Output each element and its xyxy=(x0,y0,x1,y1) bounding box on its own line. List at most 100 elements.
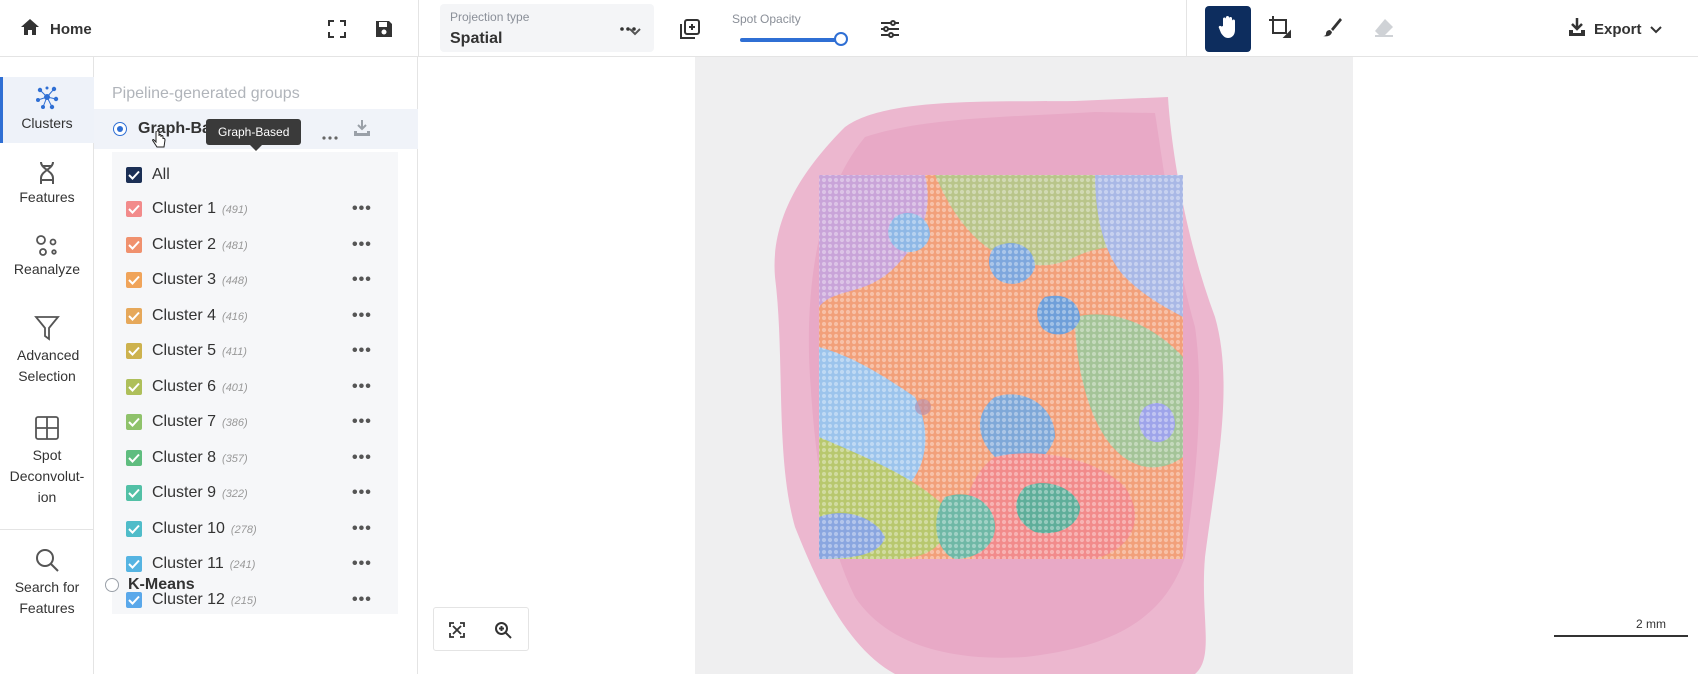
cluster-checkbox[interactable] xyxy=(126,343,142,359)
cluster-checkbox[interactable] xyxy=(126,201,142,217)
cluster-row[interactable]: Cluster 7 (386) ••• xyxy=(112,405,398,439)
scale-bar-label: 2 mm xyxy=(1636,617,1666,631)
more-options-icon[interactable]: ••• xyxy=(352,307,372,325)
cluster-row[interactable]: Cluster 6 (401) ••• xyxy=(112,370,398,404)
more-options-icon[interactable]: ••• xyxy=(352,378,372,396)
radio-k-means[interactable] xyxy=(105,578,119,592)
cluster-checkbox[interactable] xyxy=(126,449,142,466)
fullscreen-icon[interactable] xyxy=(325,17,349,41)
reanalyze-icon xyxy=(0,233,94,257)
cluster-row[interactable]: Cluster 2 (481) ••• xyxy=(112,228,398,262)
settings-sliders-icon[interactable] xyxy=(878,17,902,41)
cluster-checkbox[interactable] xyxy=(126,556,142,572)
cluster-name: Cluster 2 (481) xyxy=(152,236,248,254)
cluster-name: Cluster 3 (448) xyxy=(152,271,248,289)
cluster-row[interactable]: Cluster 9 (322) ••• xyxy=(112,476,398,510)
brush-tool-button[interactable] xyxy=(1309,6,1355,52)
cluster-checkbox[interactable] xyxy=(126,236,142,253)
layers-add-icon[interactable] xyxy=(678,17,702,41)
cluster-name: Cluster 11 (241) xyxy=(152,555,255,573)
cluster-row[interactable]: Cluster 4 (416) ••• xyxy=(112,299,398,333)
export-label: Export xyxy=(1594,21,1642,38)
cluster-checkbox[interactable] xyxy=(126,378,142,395)
cluster-row[interactable]: Cluster 3 (448) ••• xyxy=(112,263,398,297)
cluster-name: Cluster 7 (386) xyxy=(152,413,248,431)
more-options-icon[interactable]: ••• xyxy=(352,271,372,289)
cluster-checkbox[interactable] xyxy=(126,307,142,324)
home-label: Home xyxy=(50,21,92,38)
save-icon[interactable] xyxy=(372,17,396,41)
cluster-count: (448) xyxy=(222,275,248,287)
more-options-icon[interactable] xyxy=(322,127,338,145)
projection-value: Spatial xyxy=(450,30,503,47)
more-options-icon[interactable]: ••• xyxy=(352,591,372,609)
cluster-label: Cluster 10 xyxy=(152,519,225,537)
nav-label: Spot Deconvolut-ion xyxy=(9,447,85,505)
all-label: All xyxy=(152,166,170,183)
hand-icon xyxy=(1217,15,1239,44)
home-button[interactable]: Home xyxy=(20,18,92,41)
grid-icon xyxy=(0,415,94,441)
radio-graph-based[interactable] xyxy=(113,122,127,136)
cluster-checkbox[interactable] xyxy=(126,520,142,537)
download-icon[interactable] xyxy=(353,119,371,142)
lasso-select-tool-button[interactable] xyxy=(1257,6,1303,52)
more-options-icon[interactable]: ••• xyxy=(352,413,372,431)
more-options-icon[interactable] xyxy=(616,17,640,41)
export-button[interactable]: Export xyxy=(1568,17,1662,42)
filter-icon xyxy=(0,315,94,341)
cluster-label: Cluster 11 xyxy=(152,555,224,572)
cluster-label: Cluster 8 xyxy=(152,448,217,466)
cluster-count: (215) xyxy=(230,594,257,607)
cluster-count: (386) xyxy=(222,417,248,429)
cluster-count: (411) xyxy=(222,346,247,358)
cluster-row[interactable]: Cluster 5 (411) ••• xyxy=(112,334,398,368)
spatial-viewer[interactable]: 2 mm xyxy=(419,57,1698,674)
cluster-count: (416) xyxy=(222,310,248,323)
cluster-name: Cluster 1 (491) xyxy=(152,200,248,218)
clusters-panel: Pipeline-generated groups Graph-Based Gr… xyxy=(94,57,418,674)
more-options-icon[interactable]: ••• xyxy=(352,236,372,254)
more-options-icon[interactable]: ••• xyxy=(352,449,372,467)
nav-label: Search for Features xyxy=(14,579,80,616)
cluster-name: Cluster 9 (322) xyxy=(152,484,248,502)
nav-item-search-features[interactable]: Search for Features xyxy=(0,547,94,619)
cluster-checkbox[interactable] xyxy=(126,414,142,430)
more-options-icon[interactable]: ••• xyxy=(352,200,372,218)
more-options-icon[interactable]: ••• xyxy=(352,555,372,573)
crop-select-icon xyxy=(1268,15,1292,44)
cluster-row[interactable]: Cluster 10 (278) ••• xyxy=(112,512,398,546)
checkbox-all[interactable] xyxy=(126,167,142,183)
tooltip: Graph-Based xyxy=(206,119,302,151)
more-options-icon[interactable]: ••• xyxy=(352,520,372,538)
zoom-in-icon[interactable] xyxy=(492,619,514,641)
nav-item-features[interactable]: Features xyxy=(0,161,94,205)
cluster-name: Cluster 8 (357) xyxy=(152,449,248,467)
slider-thumb[interactable] xyxy=(834,32,848,46)
cluster-checkbox[interactable] xyxy=(126,272,142,288)
cluster-count: (278) xyxy=(230,523,257,536)
cluster-row[interactable]: Cluster 8 (357) ••• xyxy=(112,441,398,475)
cluster-label: Cluster 6 xyxy=(152,377,217,395)
eraser-tool-button[interactable] xyxy=(1361,6,1407,52)
cluster-row[interactable]: Cluster 1 (491) ••• xyxy=(112,192,398,226)
top-bar: Home Projection type Spatial Spot Opacit… xyxy=(0,0,1698,57)
nav-item-reanalyze[interactable]: Reanalyze xyxy=(0,233,94,277)
search-icon xyxy=(0,547,94,573)
cluster-label: Cluster 3 xyxy=(152,271,217,288)
all-clusters-row[interactable]: All xyxy=(112,158,398,192)
more-options-icon[interactable]: ••• xyxy=(352,484,372,502)
pan-tool-button[interactable] xyxy=(1205,6,1251,52)
group-label[interactable]: K-Means xyxy=(128,576,195,594)
nav-item-advanced-selection[interactable]: Advanced Selection xyxy=(0,315,94,387)
cluster-count: (322) xyxy=(222,488,248,500)
nav-label: Features xyxy=(19,189,75,205)
nav-item-clusters[interactable]: Clusters xyxy=(0,77,94,143)
more-options-icon[interactable]: ••• xyxy=(352,342,372,360)
spot-opacity-caption: Spot Opacity xyxy=(732,12,801,26)
cluster-name: Cluster 6 (401) xyxy=(152,378,248,396)
cluster-checkbox[interactable] xyxy=(126,485,142,501)
nav-item-spot-deconvolution[interactable]: Spot Deconvolut-ion xyxy=(0,415,94,508)
fit-to-view-icon[interactable] xyxy=(446,619,468,641)
spot-opacity-slider[interactable]: Spot Opacity xyxy=(726,4,856,52)
